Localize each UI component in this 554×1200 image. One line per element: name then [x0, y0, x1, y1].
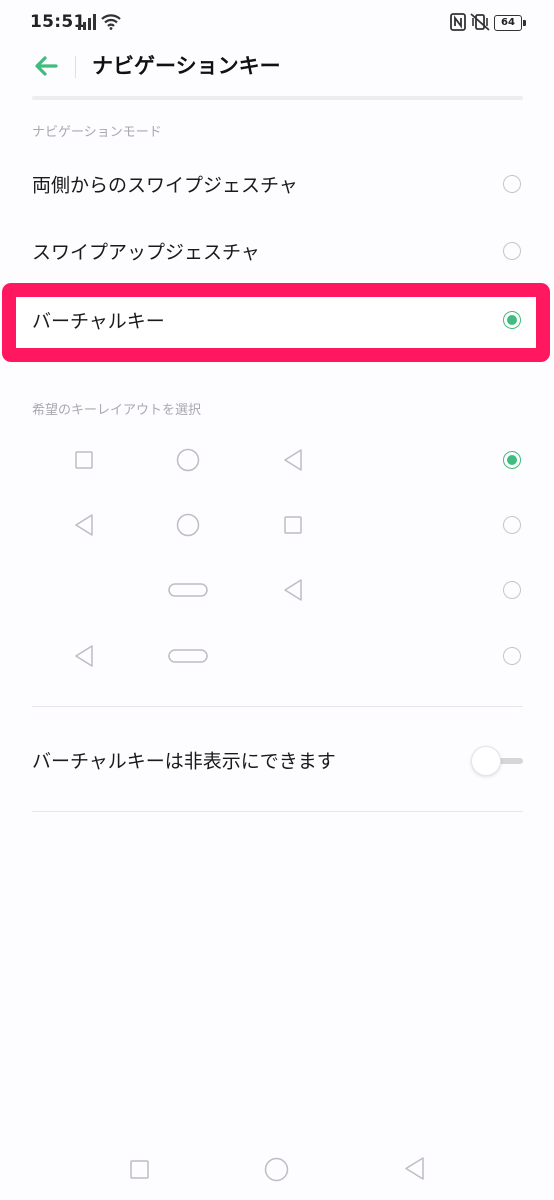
system-navigation-bar	[0, 1140, 554, 1200]
header-separator	[75, 56, 76, 78]
switch-knob	[471, 746, 501, 776]
vibrate-icon	[470, 13, 490, 35]
key-layout-option[interactable]	[32, 434, 523, 486]
triangle-back-icon	[283, 579, 303, 601]
navigation-mode-section-label: ナビゲーションモード	[32, 125, 162, 140]
key-layout-section-label: 希望のキーレイアウトを選択	[32, 403, 202, 418]
home-circle-icon[interactable]	[264, 1157, 289, 1182]
option-virtual-keys[interactable]: バーチャルキー	[32, 290, 523, 350]
recents-square-icon[interactable]	[130, 1160, 149, 1179]
key-layout-option[interactable]	[32, 499, 523, 551]
back-button[interactable]	[32, 52, 60, 80]
circle-icon	[176, 513, 200, 537]
radio-button-selected[interactable]	[503, 451, 521, 469]
radio-button[interactable]	[503, 516, 521, 534]
back-arrow-icon	[35, 56, 58, 76]
signal-icon	[78, 14, 96, 34]
wifi-icon	[101, 13, 121, 34]
radio-button[interactable]	[503, 647, 521, 665]
status-bar: 15:51 64	[0, 0, 554, 44]
hide-virtual-keys-label: バーチャルキーは非表示にできます	[32, 750, 336, 773]
key-layout-option[interactable]	[32, 630, 523, 682]
radio-button[interactable]	[503, 242, 521, 260]
battery-icon: 64	[494, 15, 526, 31]
option-swipe-up[interactable]: スワイプアップジェスチャ	[32, 221, 523, 281]
page-title: ナビゲーションキー	[92, 54, 281, 78]
square-icon	[284, 516, 302, 534]
circle-icon	[176, 448, 200, 472]
header-divider	[32, 96, 523, 100]
pill-icon	[168, 583, 208, 597]
triangle-back-icon	[74, 645, 94, 667]
radio-button[interactable]	[503, 175, 521, 193]
option-label: スワイプアップジェスチャ	[32, 241, 260, 264]
hide-virtual-keys-switch[interactable]	[471, 746, 523, 776]
divider	[32, 811, 523, 812]
option-label: 両側からのスワイプジェスチャ	[32, 174, 298, 197]
triangle-back-icon	[74, 514, 94, 536]
square-icon	[75, 451, 93, 469]
option-swipe-both-sides[interactable]: 両側からのスワイプジェスチャ	[32, 154, 523, 214]
key-layout-option[interactable]	[32, 564, 523, 616]
back-triangle-icon[interactable]	[404, 1157, 425, 1180]
triangle-back-icon	[283, 449, 303, 471]
radio-button[interactable]	[503, 581, 521, 599]
pill-icon	[168, 649, 208, 663]
divider	[32, 706, 523, 707]
option-label: バーチャルキー	[32, 310, 165, 333]
radio-button-selected[interactable]	[503, 311, 521, 329]
nfc-icon	[450, 13, 466, 35]
hide-virtual-keys-row[interactable]: バーチャルキーは非表示にできます	[32, 730, 523, 790]
